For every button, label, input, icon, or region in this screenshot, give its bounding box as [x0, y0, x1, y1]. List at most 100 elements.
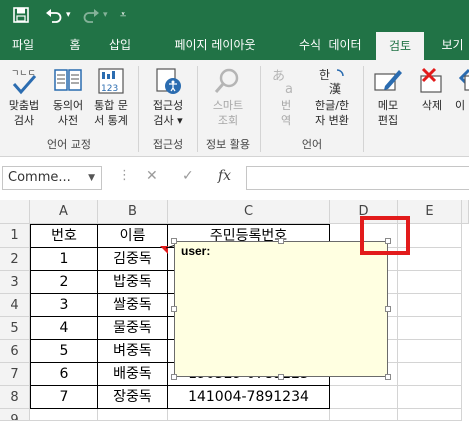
table-header-cell[interactable]: 번호	[30, 224, 98, 248]
cell-e9[interactable]	[398, 409, 462, 421]
table-cell[interactable]: 1	[30, 248, 98, 271]
resize-handle[interactable]	[171, 306, 177, 312]
row-header-5[interactable]: 5	[0, 317, 30, 340]
row-header-2[interactable]: 2	[0, 248, 30, 271]
name-box[interactable]: Comme... ▼	[2, 166, 102, 190]
row-header-8[interactable]: 8	[0, 386, 30, 409]
smart-lookup-icon	[214, 68, 239, 93]
formula-input[interactable]	[246, 166, 469, 190]
svg-text:한: 한	[319, 68, 330, 82]
table-cell[interactable]: 5	[30, 340, 98, 363]
row-header-1[interactable]: 1	[0, 224, 30, 248]
delete-comment-button[interactable]: 삭제	[410, 66, 454, 113]
check-accessibility-button[interactable]: 접근성 검사 ▾	[142, 66, 194, 128]
cell-e5[interactable]	[398, 317, 462, 340]
table-cell[interactable]: 141004-7891234	[168, 386, 330, 409]
thesaurus-button[interactable]: 동의어 사전	[46, 66, 90, 128]
workbook-statistics-button[interactable]: 123 통합 문서 통계	[88, 66, 134, 128]
translate-icon: あ a	[272, 69, 293, 96]
select-all-corner[interactable]	[0, 200, 30, 224]
accessibility-group-label: 접근성	[152, 138, 184, 151]
language-group-label: 언어	[301, 138, 323, 151]
cell-d8[interactable]	[330, 386, 398, 409]
drag-handle-icon[interactable]: ⋮	[118, 168, 131, 183]
table-cell[interactable]: 벼중독	[98, 340, 168, 363]
tab-page-layout[interactable]: 페이지 레이아웃	[150, 30, 280, 60]
spelling-button[interactable]: ㄱㄴㄷ 맞춤법 검사	[2, 66, 46, 128]
cell-e8[interactable]	[398, 386, 462, 409]
formula-bar: Comme... ▼ ⋮ ✕ ✓ fx	[0, 160, 469, 196]
highlight-box	[360, 216, 410, 255]
delete-comment-icon	[420, 67, 442, 93]
edit-comment-icon	[374, 70, 402, 91]
cell-b9[interactable]	[98, 409, 168, 421]
edit-comment-button[interactable]: 메모 편집	[368, 66, 408, 128]
row-header-7[interactable]: 7	[0, 363, 30, 386]
column-header-b[interactable]: B	[98, 200, 168, 224]
previous-comment-icon	[458, 68, 469, 91]
tab-home[interactable]: 홈	[55, 30, 95, 60]
svg-text:123: 123	[101, 84, 118, 94]
save-icon[interactable]	[13, 7, 29, 23]
table-header-cell[interactable]: 이름	[98, 224, 168, 248]
table-cell[interactable]: 장중독	[98, 386, 168, 409]
column-header-f[interactable]	[462, 200, 469, 224]
cell-e4[interactable]	[398, 294, 462, 317]
cell-c9[interactable]	[168, 409, 330, 421]
cell-e7[interactable]	[398, 363, 462, 386]
previous-comment-button[interactable]: 이	[455, 66, 469, 113]
ribbon-separator	[260, 66, 261, 152]
tab-data[interactable]: 데이터	[320, 30, 370, 60]
comment-box[interactable]: user:	[174, 241, 388, 377]
insert-function-icon[interactable]: fx	[218, 168, 231, 184]
table-cell[interactable]: 배중독	[98, 363, 168, 386]
column-header-a[interactable]: A	[30, 200, 98, 224]
tab-review[interactable]: 검토	[376, 32, 424, 60]
undo-icon[interactable]	[45, 7, 63, 23]
resize-handle[interactable]	[385, 306, 391, 312]
resize-handle[interactable]	[171, 238, 177, 244]
proofing-group-label: 언어 교정	[47, 138, 91, 151]
book-icon	[54, 69, 82, 91]
statistics-icon: 123	[98, 68, 124, 94]
table-cell[interactable]: 3	[30, 294, 98, 317]
table-cell[interactable]: 7	[30, 386, 98, 409]
table-cell[interactable]: 2	[30, 271, 98, 294]
table-cell[interactable]: 쌀중독	[98, 294, 168, 317]
resize-handle[interactable]	[278, 238, 284, 244]
row-header-3[interactable]: 3	[0, 271, 30, 294]
title-bar: ▾ ▾ ⩡	[0, 0, 469, 30]
undo-dropdown-icon[interactable]: ▾	[66, 0, 71, 30]
customize-qat-icon[interactable]: ⩡	[120, 0, 126, 30]
tab-view[interactable]: 보기	[430, 30, 469, 60]
cancel-icon[interactable]: ✕	[146, 168, 158, 184]
insights-group-label: 정보 활용	[206, 138, 250, 151]
cell-d9[interactable]	[330, 409, 398, 421]
table-cell[interactable]: 밥중독	[98, 271, 168, 294]
table-cell[interactable]: 4	[30, 317, 98, 340]
resize-handle[interactable]	[385, 374, 391, 380]
redo-dropdown-icon: ▾	[103, 10, 108, 20]
enter-icon[interactable]: ✓	[182, 168, 194, 184]
svg-text:あ: あ	[272, 69, 285, 84]
cell-a9[interactable]	[30, 409, 98, 421]
ribbon-separator	[138, 66, 139, 152]
table-cell[interactable]: 6	[30, 363, 98, 386]
row-header-6[interactable]: 6	[0, 340, 30, 363]
row-header-4[interactable]: 4	[0, 294, 30, 317]
column-header-c[interactable]: C	[168, 200, 330, 224]
table-cell[interactable]: 김중독	[98, 248, 168, 271]
cell-e3[interactable]	[398, 271, 462, 294]
resize-handle[interactable]	[171, 374, 177, 380]
ribbon-tabs: 파일 홈 삽입 페이지 레이아웃 수식 데이터 검토 보기	[0, 30, 469, 60]
svg-text:a: a	[285, 82, 293, 96]
chevron-down-icon[interactable]: ▼	[88, 167, 95, 189]
comment-author[interactable]: user:	[175, 242, 387, 260]
resize-handle[interactable]	[278, 374, 284, 380]
hangul-hanja-convert-button[interactable]: 한 漢 한글/한 자 변환	[306, 66, 358, 128]
row-header-9[interactable]: 9	[0, 409, 30, 421]
table-cell[interactable]: 물중독	[98, 317, 168, 340]
tab-file[interactable]: 파일	[0, 30, 46, 60]
cell-e6[interactable]	[398, 340, 462, 363]
tab-insert[interactable]: 삽입	[100, 30, 140, 60]
